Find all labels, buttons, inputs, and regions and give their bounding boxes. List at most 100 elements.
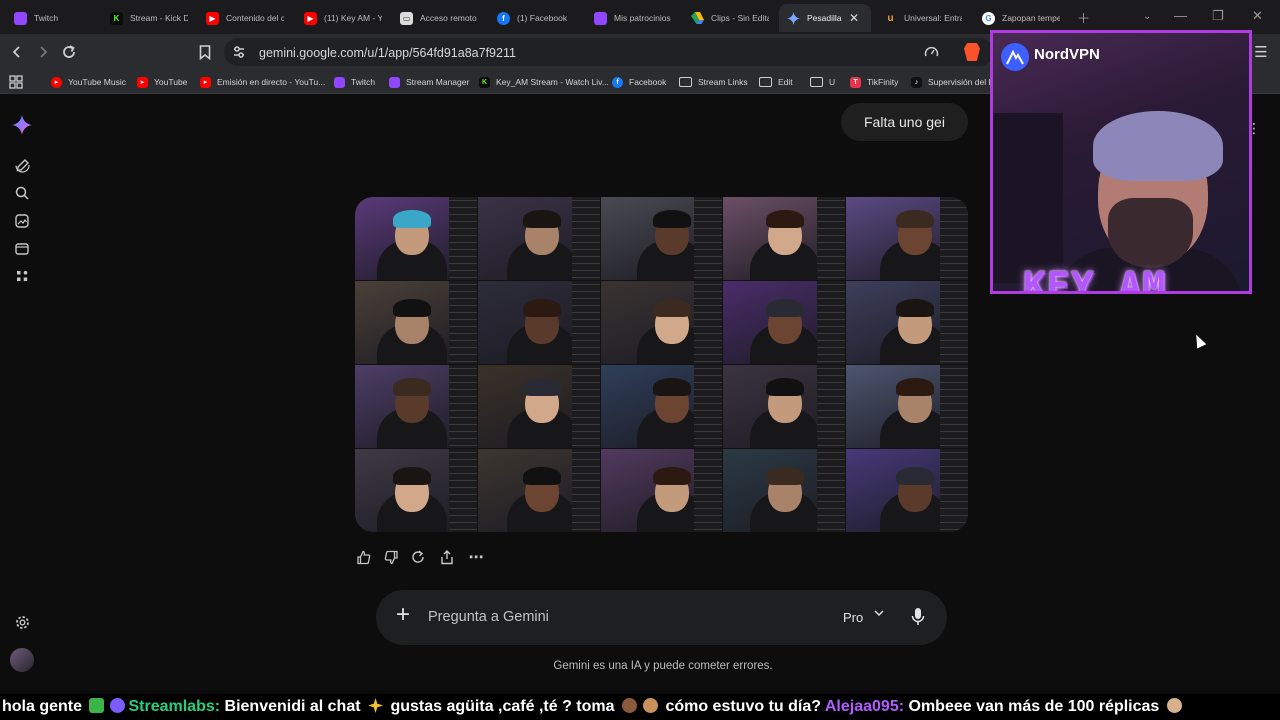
settings-icon[interactable]	[12, 612, 32, 632]
restore-icon[interactable]: ❐	[1212, 8, 1224, 24]
microphone-icon[interactable]	[911, 607, 927, 627]
bookmark-label: Stream Links	[698, 77, 748, 87]
remote-icon: ▭	[400, 11, 413, 25]
verified-badge-icon	[110, 698, 126, 713]
person-hair	[522, 378, 561, 396]
brave-shield-icon[interactable]	[964, 43, 980, 61]
bookmark-folder-u[interactable]: U	[810, 74, 835, 90]
tab-drive-clips[interactable]: Clips - Sin Edita	[683, 4, 777, 32]
youtube-icon: ▶	[206, 11, 219, 25]
bookmark-kick-stream[interactable]: K Key_AM Stream - Watch Liv...	[479, 74, 609, 90]
thumbs-down-icon[interactable]	[381, 547, 401, 567]
gemini-sparkle-icon[interactable]	[12, 115, 32, 135]
new-chat-icon[interactable]	[12, 155, 32, 175]
gemini-icon	[787, 11, 800, 25]
menu-icon[interactable]: ☰	[1250, 41, 1272, 63]
tab-youtube-channel[interactable]: ▶ (11) Key AM - Y	[296, 4, 390, 32]
stream-chat-strip	[448, 449, 477, 532]
sparkles-emoji-icon	[368, 698, 384, 713]
thumbs-up-icon[interactable]	[353, 547, 373, 567]
minimize-icon[interactable]: —	[1174, 8, 1187, 23]
chevron-down-icon[interactable]	[873, 607, 885, 622]
performance-icon[interactable]	[924, 45, 939, 64]
bookmark-icon[interactable]	[194, 41, 216, 63]
chat-ticker: hola gente Streamlabs: Bienvenidi al cha…	[0, 694, 1280, 720]
search-icon[interactable]	[12, 183, 32, 203]
bookmark-folder-edit[interactable]: Edit	[759, 74, 793, 90]
bookmark-folder-stream-links[interactable]: Stream Links	[679, 74, 748, 90]
collage-tile	[846, 281, 968, 364]
tab-search-chevron-icon[interactable]: ⌄	[1143, 11, 1151, 22]
bookmark-label: Key_AM Stream - Watch Liv...	[496, 77, 609, 87]
tab-remote-access[interactable]: ▭ Acceso remoto	[392, 4, 486, 32]
stream-chat-strip	[571, 449, 600, 532]
person-hair	[766, 299, 805, 317]
video-icon[interactable]	[12, 238, 32, 258]
forward-arrow-icon[interactable]	[32, 41, 54, 63]
collage-tile	[355, 449, 477, 532]
folder-icon	[759, 77, 772, 87]
back-arrow-icon[interactable]	[6, 41, 28, 63]
bookmark-youtube[interactable]: ▸ YouTube	[137, 74, 187, 90]
tab-gemini-active[interactable]: Pesadilla ✕	[779, 4, 871, 32]
streamer-beard	[1108, 198, 1193, 268]
tab-facebook[interactable]: f (1) Facebook	[489, 4, 583, 32]
bookmark-youtube-live[interactable]: ▸ Emisión en directo - YouTu...	[200, 74, 325, 90]
address-bar[interactable]: gemini.google.com/u/1/app/564fd91a8a7f92…	[224, 38, 994, 66]
bookmark-stream-manager[interactable]: Stream Manager	[389, 74, 469, 90]
chat-username: Alejaa095:	[824, 698, 905, 715]
collage-tile	[477, 281, 600, 364]
tab-kick[interactable]: K Stream - Kick D	[102, 4, 196, 32]
bookmark-label: Edit	[778, 77, 793, 87]
bookmark-youtube-music[interactable]: ▸ YouTube Music	[51, 74, 126, 90]
bookmark-twitch[interactable]: Twitch	[334, 74, 375, 90]
tab-title: Universal: Entra	[904, 13, 962, 23]
collage-tile	[600, 365, 723, 448]
drive-icon	[691, 12, 704, 25]
share-icon[interactable]	[437, 547, 457, 567]
gallery-icon[interactable]	[12, 211, 32, 231]
window-close-icon[interactable]: ✕	[1252, 8, 1263, 24]
bookmark-tikfinity[interactable]: T TikFinity	[850, 74, 898, 90]
universal-icon: u	[887, 12, 894, 24]
person-hair	[766, 467, 805, 485]
bookmark-tiktok-live[interactable]: ♪ Supervisión del LI	[911, 74, 996, 90]
bookmark-label: Emisión en directo - YouTu...	[217, 77, 326, 87]
collage-tile	[723, 365, 846, 448]
stream-chat-strip	[448, 365, 477, 448]
site-settings-icon[interactable]	[232, 45, 246, 64]
gems-icon[interactable]	[12, 266, 32, 286]
collage-tile	[723, 449, 846, 532]
tab-twitch[interactable]: Twitch	[6, 4, 100, 32]
stream-chat-strip	[694, 449, 723, 532]
folder-icon	[810, 77, 823, 87]
more-actions-icon[interactable]: ⋯	[466, 547, 486, 567]
model-mode-selector[interactable]: Pro	[843, 610, 863, 625]
add-attachment-icon[interactable]: +	[396, 603, 410, 627]
nordvpn-logo-icon	[1001, 43, 1029, 71]
prompt-input[interactable]: Pregunta a Gemini	[428, 609, 549, 625]
tab-sponsorships[interactable]: Mis patrocinios	[586, 4, 680, 32]
new-tab-icon[interactable]: ＋	[1077, 8, 1090, 27]
reload-icon[interactable]	[58, 41, 80, 63]
chat-message: Bienvenidi al chat	[224, 698, 361, 715]
stream-chat-strip	[571, 197, 600, 280]
collage-tile	[723, 281, 846, 364]
twitch-icon	[594, 11, 607, 25]
tab-google-search[interactable]: G Zapopan tempe	[974, 4, 1068, 32]
generated-image-collage[interactable]	[355, 197, 968, 532]
person-hair	[896, 210, 935, 228]
tab-universal[interactable]: u Universal: Entra	[876, 4, 970, 32]
stream-chat-strip	[817, 281, 846, 364]
person-hair	[652, 210, 691, 228]
stream-chat-strip	[940, 449, 968, 532]
apps-grid-icon[interactable]	[9, 74, 23, 90]
tab-youtube-studio[interactable]: ▶ Contenido del c	[198, 4, 292, 32]
bookmark-facebook[interactable]: f Facebook	[612, 74, 666, 90]
url-text: gemini.google.com/u/1/app/564fd91a8a7f92…	[259, 46, 516, 60]
regenerate-icon[interactable]	[408, 547, 428, 567]
stream-chat-strip	[940, 281, 968, 364]
close-tab-icon[interactable]: ✕	[849, 11, 859, 25]
prompt-composer[interactable]: + Pregunta a Gemini Pro	[376, 590, 947, 645]
twitch-icon	[14, 11, 27, 25]
